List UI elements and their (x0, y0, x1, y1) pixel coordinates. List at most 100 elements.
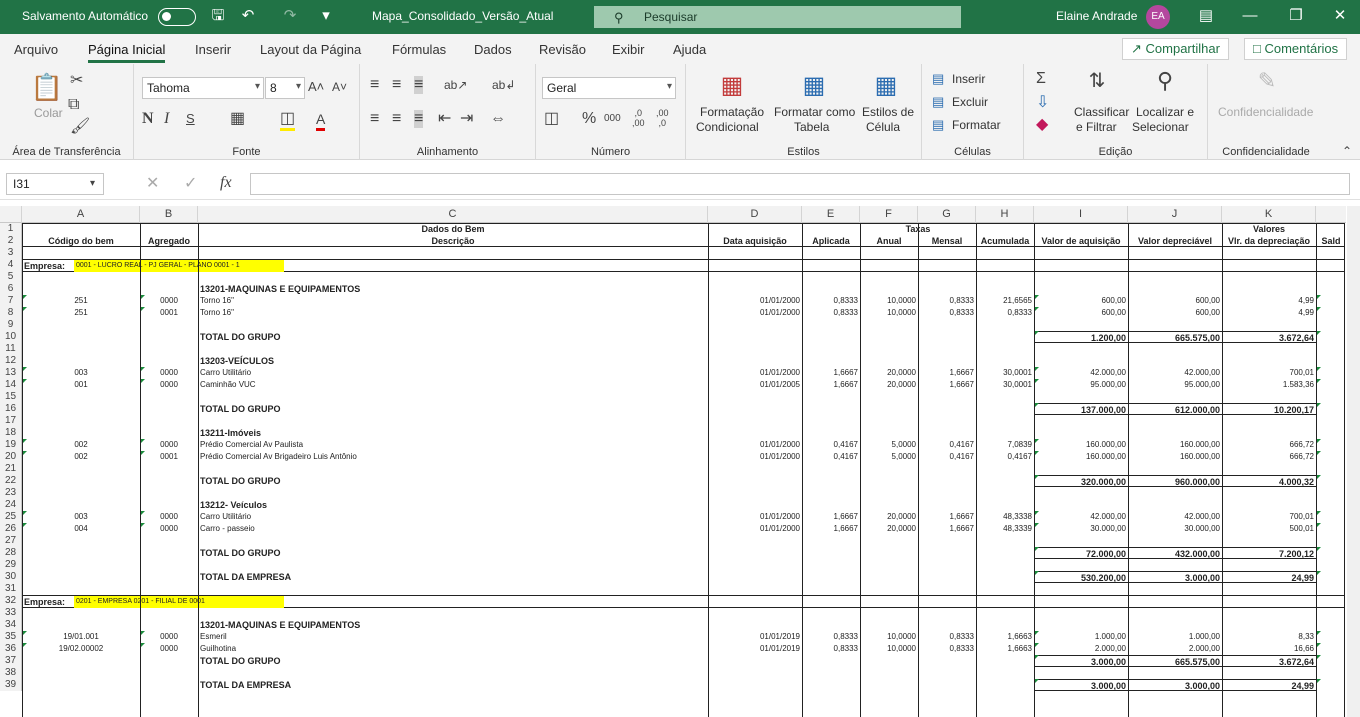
data-cell[interactable]: 0,4167 (976, 451, 1034, 463)
format-cells-label[interactable]: Formatar (952, 118, 1001, 133)
data-cell[interactable]: 4,99 (1222, 295, 1316, 307)
accounting-format-icon[interactable]: ◫ (544, 110, 559, 128)
total-label[interactable]: TOTAL DA EMPRESA (198, 571, 498, 583)
data-cell[interactable]: 0000 (140, 523, 198, 535)
data-cell[interactable]: 600,00 (1128, 295, 1222, 307)
share-button[interactable]: ↗ Compartilhar (1122, 38, 1229, 60)
format-table-label-1[interactable]: Formatar como (774, 105, 855, 120)
align-middle-icon[interactable]: ≡ (392, 76, 401, 94)
data-cell[interactable]: 0,4167 (802, 439, 860, 451)
data-cell[interactable]: 0000 (140, 295, 198, 307)
row-header[interactable]: 3 (0, 247, 22, 259)
data-cell[interactable]: 0000 (140, 367, 198, 379)
data-cell[interactable]: 0000 (140, 511, 198, 523)
data-cell[interactable]: 01/01/2000 (708, 307, 802, 319)
font-size-select[interactable]: 8 (265, 77, 305, 99)
row-header[interactable]: 7 (0, 295, 22, 307)
search-box[interactable]: ⚲ Pesquisar (594, 6, 961, 28)
document-title[interactable]: Mapa_Consolidado_Versão_Atual (372, 9, 553, 23)
bold-icon[interactable]: N (142, 110, 154, 128)
align-right-icon[interactable]: ≡ (414, 110, 424, 128)
data-cell[interactable]: 01/01/2019 (708, 643, 802, 655)
row-header[interactable]: 15 (0, 391, 22, 403)
data-cell[interactable]: 1,6667 (918, 511, 976, 523)
total-label[interactable]: TOTAL DO GRUPO (198, 475, 498, 487)
data-cell[interactable]: 0,8333 (976, 307, 1034, 319)
cond-format-label-1[interactable]: Formatação (700, 105, 764, 120)
redo-icon[interactable]: ↷ (280, 7, 300, 25)
cell-styles-icon[interactable]: ▦ (870, 72, 902, 100)
data-cell[interactable]: 20,0000 (860, 367, 918, 379)
data-cell[interactable]: 0000 (140, 643, 198, 655)
total-value[interactable]: 24,99 (1222, 679, 1316, 691)
data-cell[interactable]: 0000 (140, 439, 198, 451)
avatar[interactable]: EA (1146, 5, 1170, 29)
column-header-c[interactable]: C (198, 206, 708, 223)
group-title[interactable]: 13211-Imóveis (198, 427, 498, 439)
row-header[interactable]: 35 (0, 631, 22, 643)
row-header[interactable]: 23 (0, 487, 22, 499)
format-table-label-2[interactable]: Tabela (794, 120, 829, 135)
row-header[interactable]: 18 (0, 427, 22, 439)
restore-icon[interactable]: ❐ (1286, 7, 1306, 25)
row-header[interactable]: 19 (0, 439, 22, 451)
delete-cells-icon[interactable]: ▤ (932, 93, 944, 111)
column-header-d[interactable]: D (708, 206, 802, 223)
row-header[interactable]: 13 (0, 367, 22, 379)
total-label[interactable]: TOTAL DA EMPRESA (198, 679, 498, 691)
data-cell[interactable]: 1,6663 (976, 631, 1034, 643)
increase-decimal-icon[interactable]: ,0,00 (632, 108, 645, 128)
row-header[interactable]: 32 (0, 595, 22, 607)
data-cell[interactable]: 666,72 (1222, 451, 1316, 463)
tab-inserir[interactable]: Inserir (195, 42, 231, 57)
row-header[interactable]: 8 (0, 307, 22, 319)
data-cell[interactable]: 42.000,00 (1128, 367, 1222, 379)
data-cell[interactable]: 30.000,00 (1128, 523, 1222, 535)
data-cell[interactable]: 0,4167 (918, 451, 976, 463)
align-left-icon[interactable]: ≡ (370, 110, 379, 128)
row-header[interactable]: 11 (0, 343, 22, 355)
data-cell[interactable]: 0,4167 (918, 439, 976, 451)
data-cell[interactable]: 16,66 (1222, 643, 1316, 655)
data-cell[interactable]: 19/01.001 (22, 631, 140, 643)
data-cell[interactable]: Carro Utilitário (198, 511, 708, 523)
data-cell[interactable]: Esmeril (198, 631, 708, 643)
data-cell[interactable]: 20,0000 (860, 523, 918, 535)
formula-input[interactable] (250, 173, 1350, 195)
close-icon[interactable]: ✕ (1330, 7, 1350, 25)
row-header[interactable]: 6 (0, 283, 22, 295)
column-title[interactable]: Mensal (918, 235, 976, 247)
data-cell[interactable]: 160.000,00 (1128, 451, 1222, 463)
copy-icon[interactable]: ⧉ (68, 96, 79, 114)
data-cell[interactable]: 0001 (140, 307, 198, 319)
row-header[interactable]: 30 (0, 571, 22, 583)
data-cell[interactable]: 48,3339 (976, 523, 1034, 535)
data-cell[interactable]: 20,0000 (860, 379, 918, 391)
grow-font-icon[interactable]: A˄ (308, 78, 324, 96)
total-value[interactable]: 3.000,00 (1034, 655, 1128, 667)
name-box-dropdown-icon[interactable]: ▾ (90, 175, 95, 193)
data-cell[interactable]: 0,8333 (918, 631, 976, 643)
row-header[interactable]: 22 (0, 475, 22, 487)
data-cell[interactable]: 002 (22, 439, 140, 451)
number-format-select[interactable]: Geral (542, 77, 676, 99)
data-cell[interactable]: 500,01 (1222, 523, 1316, 535)
cell-styles-label-1[interactable]: Estilos de (862, 105, 914, 120)
row-header[interactable]: 9 (0, 319, 22, 331)
spreadsheet-grid[interactable]: ABCDEFGHIJK 1Dados do BemTaxasValores2Có… (0, 206, 1346, 717)
data-cell[interactable]: 2.000,00 (1128, 643, 1222, 655)
column-title[interactable]: Data aquisição (708, 235, 802, 247)
row-header[interactable]: 29 (0, 559, 22, 571)
data-cell[interactable]: 01/01/2000 (708, 451, 802, 463)
data-cell[interactable]: 42.000,00 (1034, 511, 1128, 523)
data-cell[interactable]: 10,0000 (860, 631, 918, 643)
autosave-toggle[interactable] (158, 8, 196, 26)
row-header[interactable]: 25 (0, 511, 22, 523)
data-cell[interactable]: 10,0000 (860, 643, 918, 655)
borders-icon[interactable]: ▦ (230, 110, 245, 128)
data-cell[interactable]: 0,8333 (802, 643, 860, 655)
data-cell[interactable]: 0,8333 (802, 307, 860, 319)
font-color-icon[interactable]: A (316, 110, 326, 131)
format-as-table-icon[interactable]: ▦ (798, 72, 830, 100)
data-cell[interactable]: 600,00 (1034, 295, 1128, 307)
